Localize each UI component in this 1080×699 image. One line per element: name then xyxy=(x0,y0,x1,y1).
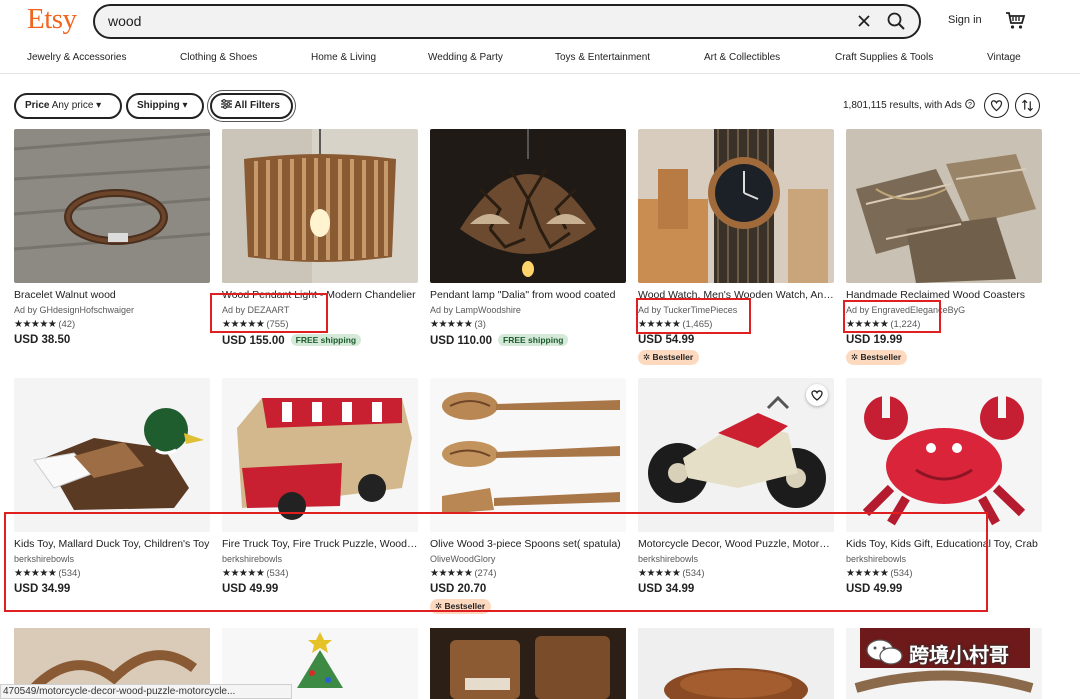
bestseller-icon: ✲ xyxy=(851,352,859,362)
annotation-box xyxy=(843,300,941,333)
results-count: 1,801,115 results, with Ads ? xyxy=(843,99,975,111)
listing-image[interactable] xyxy=(14,378,210,532)
category-vintage[interactable]: Vintage xyxy=(987,52,1021,63)
listing-image[interactable] xyxy=(430,378,626,532)
listing-image[interactable] xyxy=(638,378,834,532)
sign-in-link[interactable]: Sign in xyxy=(948,14,982,26)
listing-price: USD 110.00 FREE shipping xyxy=(430,334,569,347)
listing-price: USD 38.50 xyxy=(14,334,71,346)
price-filter-label: Price xyxy=(25,100,50,111)
review-count: (42) xyxy=(58,319,76,330)
svg-text:?: ? xyxy=(968,102,972,109)
listing-title[interactable]: Pendant lamp "Dalia" from wood coated xyxy=(430,289,626,301)
listing-image[interactable] xyxy=(638,129,834,283)
search-input[interactable]: wood xyxy=(108,13,141,29)
listing-shop: Ad by GHdesignHofschwaiger xyxy=(14,305,135,315)
search-bar[interactable]: wood xyxy=(93,4,921,39)
favorite-search-icon[interactable] xyxy=(984,93,1009,118)
annotation-box xyxy=(210,293,328,333)
listing-image[interactable] xyxy=(846,129,1042,283)
free-shipping-badge: FREE shipping xyxy=(498,334,569,346)
watermark: 跨境小村哥 xyxy=(865,636,1050,668)
listing-price: USD 54.99 xyxy=(638,334,695,346)
price-filter-value: Any price xyxy=(51,100,94,111)
etsy-logo[interactable]: Etsy xyxy=(27,3,77,36)
listing-image[interactable] xyxy=(222,129,418,283)
review-count: (3) xyxy=(474,319,486,330)
category-jewelry[interactable]: Jewelry & Accessories xyxy=(27,52,126,63)
listing-shop: Ad by LampWoodshire xyxy=(430,305,521,315)
listing-image[interactable] xyxy=(430,129,626,283)
shipping-filter-button[interactable]: Shipping ▾ xyxy=(126,93,204,119)
bestseller-badge: ✲ Bestseller xyxy=(638,350,700,365)
price-filter-button[interactable]: Price Any price ▾ xyxy=(14,93,122,119)
bestseller-icon: ✲ xyxy=(643,352,651,362)
all-filters-button[interactable]: All Filters xyxy=(210,93,293,119)
status-bar-url: 470549/motorcycle-decor-wood-puzzle-moto… xyxy=(0,684,292,699)
listing-card[interactable] xyxy=(638,628,834,699)
free-shipping-badge: FREE shipping xyxy=(290,334,362,346)
star-rating-icon: ★★★★★ xyxy=(430,319,473,330)
category-art[interactable]: Art & Collectibles xyxy=(704,52,780,63)
listing-image[interactable] xyxy=(846,378,1042,532)
shipping-filter-label: Shipping xyxy=(137,100,180,111)
listing-rating: ★★★★★ (3) xyxy=(430,319,486,330)
category-toys[interactable]: Toys & Entertainment xyxy=(555,52,650,63)
header: Etsy wood Sign in xyxy=(0,0,1080,42)
listing-rating: ★★★★★ (42) xyxy=(14,319,75,330)
listing-image[interactable] xyxy=(430,628,626,699)
wechat-icon xyxy=(866,639,903,665)
listing-title[interactable]: Bracelet Walnut wood xyxy=(14,289,210,301)
listing-image[interactable] xyxy=(638,628,834,699)
listing-image[interactable] xyxy=(222,378,418,532)
category-nav: Jewelry & Accessories Clothing & Shoes H… xyxy=(0,42,1080,74)
cart-icon[interactable] xyxy=(1004,9,1026,31)
category-clothing[interactable]: Clothing & Shoes xyxy=(180,52,257,63)
category-home[interactable]: Home & Living xyxy=(311,52,376,63)
filter-sliders-icon xyxy=(221,99,232,109)
search-icon[interactable] xyxy=(885,10,907,32)
help-icon[interactable]: ? xyxy=(964,99,975,109)
star-rating-icon: ★★★★★ xyxy=(14,319,57,330)
heart-icon[interactable] xyxy=(806,384,828,406)
annotation-box xyxy=(636,298,751,334)
bestseller-badge: ✲ Bestseller xyxy=(846,350,908,365)
listing-price: USD 155.00 FREE shipping xyxy=(222,334,362,347)
listing-card[interactable] xyxy=(430,628,626,699)
all-filters-label: All Filters xyxy=(234,100,280,111)
category-wedding[interactable]: Wedding & Party xyxy=(428,52,503,63)
annotation-box xyxy=(4,512,988,612)
listing-image[interactable] xyxy=(14,129,210,283)
category-craft[interactable]: Craft Supplies & Tools xyxy=(835,52,933,63)
listing-price: USD 19.99 xyxy=(846,334,903,346)
watermark-text: 跨境小村哥 xyxy=(909,645,1009,667)
close-icon[interactable] xyxy=(853,10,875,32)
sort-icon[interactable] xyxy=(1015,93,1040,118)
